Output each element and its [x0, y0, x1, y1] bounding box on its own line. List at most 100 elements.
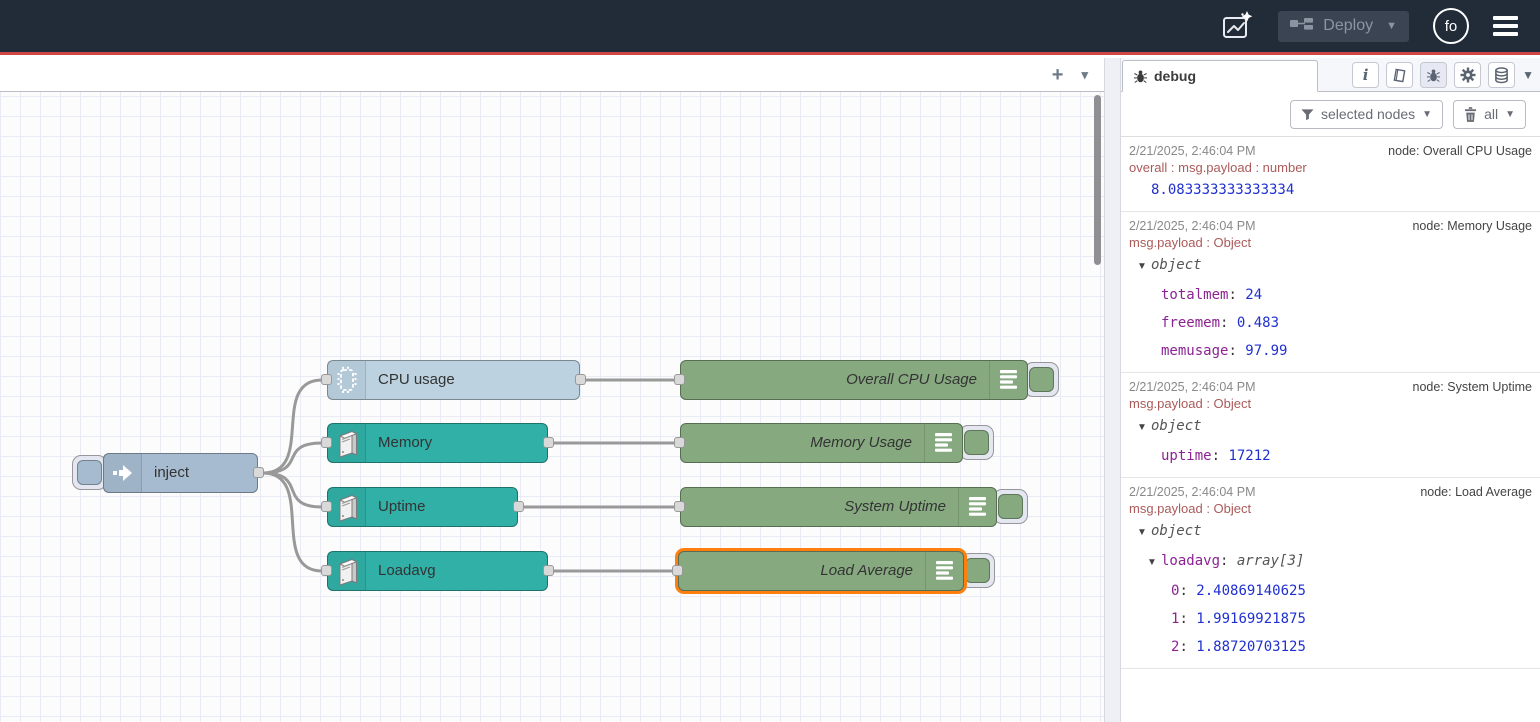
node-body[interactable]: Load Average	[678, 551, 964, 591]
node-toggle-button[interactable]	[1024, 362, 1059, 397]
node-body[interactable]: Loadavg	[327, 551, 548, 591]
bug-icon	[1426, 68, 1441, 83]
input-port[interactable]	[674, 501, 685, 512]
tab-debug[interactable]: debug	[1122, 60, 1318, 92]
collapse-caret-icon[interactable]: ▼	[1147, 549, 1161, 577]
node-label: Loadavg	[328, 552, 547, 590]
debug-message: 2/21/2025, 2:46:04 PM node: Overall CPU …	[1121, 137, 1540, 212]
node-label: Memory	[328, 424, 547, 462]
sidebar-resize-handle[interactable]	[1104, 58, 1121, 722]
output-port[interactable]	[575, 374, 586, 385]
debug-sidebar: debug i	[1121, 58, 1540, 722]
debug-filter-button[interactable]: selected nodes ▼	[1290, 100, 1443, 129]
input-port[interactable]	[321, 374, 332, 385]
debug-json-row: ▼object	[1129, 251, 1532, 281]
input-port[interactable]	[674, 374, 685, 385]
flow-list-caret-icon[interactable]: ▾	[1081, 68, 1088, 81]
flow-node-memusage[interactable]: Memory Usage	[680, 423, 963, 463]
node-toggle-button[interactable]	[993, 489, 1028, 524]
node-label: Overall CPU Usage	[681, 361, 1027, 399]
json-type-label: object	[1151, 257, 1202, 273]
json-value: 97.99	[1245, 343, 1287, 359]
wire[interactable]	[263, 473, 322, 507]
node-label: Load Average	[679, 552, 963, 590]
node-body[interactable]: Memory	[327, 423, 548, 463]
tab-config-button[interactable]	[1454, 62, 1481, 88]
tab-library-button[interactable]	[1386, 62, 1413, 88]
wire[interactable]	[263, 443, 322, 473]
tab-info-button[interactable]: i	[1352, 62, 1379, 88]
database-icon	[1494, 67, 1509, 84]
debug-json-row: memusage: 97.99	[1129, 337, 1532, 365]
input-port[interactable]	[321, 501, 332, 512]
app-header: Deploy ▼ fo	[0, 0, 1540, 55]
debug-toolbar: selected nodes ▼ all ▼	[1121, 92, 1540, 137]
output-port[interactable]	[513, 501, 524, 512]
add-flow-button[interactable]: +	[1052, 65, 1064, 85]
tab-debug-button[interactable]	[1420, 62, 1447, 88]
input-port[interactable]	[672, 565, 683, 576]
debug-message: 2/21/2025, 2:46:04 PM node: Load Average…	[1121, 478, 1540, 669]
canvas-vertical-scrollbar[interactable]	[1094, 95, 1101, 265]
node-body[interactable]: Uptime	[327, 487, 518, 527]
ai-assistant-icon[interactable]	[1220, 9, 1254, 43]
debug-message-meta: 2/21/2025, 2:46:04 PM node: System Uptim…	[1129, 378, 1532, 395]
node-body[interactable]: CPU usage	[327, 360, 580, 400]
debug-message-list: 2/21/2025, 2:46:04 PM node: Overall CPU …	[1121, 137, 1540, 669]
output-port[interactable]	[253, 467, 264, 478]
json-key: totalmem	[1161, 287, 1228, 303]
tab-context-button[interactable]	[1488, 62, 1515, 88]
json-key: 2	[1171, 639, 1179, 655]
flow-node-cpu[interactable]: CPU usage	[327, 360, 580, 400]
main-menu-icon[interactable]	[1493, 16, 1518, 36]
debug-timestamp: 2/21/2025, 2:46:04 PM	[1129, 380, 1255, 394]
wire[interactable]	[263, 473, 322, 571]
node-body[interactable]: System Uptime	[680, 487, 997, 527]
node-label: Memory Usage	[681, 424, 962, 462]
filter-icon	[1301, 108, 1314, 121]
deploy-label: Deploy	[1323, 17, 1373, 35]
sidebar-collapse-caret-icon[interactable]: ▼	[1522, 68, 1534, 82]
collapse-caret-icon[interactable]: ▼	[1137, 414, 1151, 442]
json-value: 24	[1245, 287, 1262, 303]
input-port[interactable]	[674, 437, 685, 448]
input-port[interactable]	[321, 565, 332, 576]
output-port[interactable]	[543, 565, 554, 576]
debug-clear-button[interactable]: all ▼	[1453, 100, 1526, 129]
debug-json-row: 0: 2.40869140625	[1129, 577, 1532, 605]
flow-node-inject[interactable]: inject	[103, 453, 258, 493]
node-toggle-button[interactable]	[960, 553, 995, 588]
clear-caret-icon: ▼	[1505, 109, 1515, 120]
json-value: 8.083333333333334	[1151, 182, 1294, 198]
flow-node-uptime[interactable]: Uptime	[327, 487, 518, 527]
sidebar-tabbar: debug i	[1121, 58, 1540, 92]
gear-icon	[1460, 67, 1476, 83]
json-key: freemem	[1161, 315, 1220, 331]
flow-canvas[interactable]: inject CPU usage Memory Uptime Loadavg Overal…	[0, 92, 1104, 722]
flow-node-loadaverage[interactable]: Load Average	[678, 551, 964, 591]
user-avatar[interactable]: fo	[1433, 8, 1469, 44]
node-body[interactable]: Memory Usage	[680, 423, 963, 463]
collapse-caret-icon[interactable]: ▼	[1137, 519, 1151, 547]
collapse-caret-icon[interactable]: ▼	[1137, 253, 1151, 281]
node-label: inject	[104, 454, 257, 492]
flow-node-memory[interactable]: Memory	[327, 423, 548, 463]
node-body[interactable]: Overall CPU Usage	[680, 360, 1028, 400]
node-toggle-button[interactable]	[72, 455, 107, 490]
deploy-button[interactable]: Deploy ▼	[1278, 11, 1409, 42]
node-label: System Uptime	[681, 488, 996, 526]
node-body[interactable]: inject	[103, 453, 258, 493]
json-value: 17212	[1228, 448, 1270, 464]
json-value: 0.483	[1237, 315, 1279, 331]
node-toggle-button[interactable]	[959, 425, 994, 460]
flow-node-sysuptime[interactable]: System Uptime	[680, 487, 997, 527]
deploy-caret-icon[interactable]: ▼	[1386, 20, 1397, 32]
flow-node-loadavg[interactable]: Loadavg	[327, 551, 548, 591]
debug-timestamp: 2/21/2025, 2:46:04 PM	[1129, 485, 1255, 499]
output-port[interactable]	[543, 437, 554, 448]
json-key: 0	[1171, 583, 1179, 599]
json-type-label: array[3]	[1237, 553, 1304, 569]
input-port[interactable]	[321, 437, 332, 448]
flow-node-overall[interactable]: Overall CPU Usage	[680, 360, 1028, 400]
wire[interactable]	[263, 380, 322, 473]
